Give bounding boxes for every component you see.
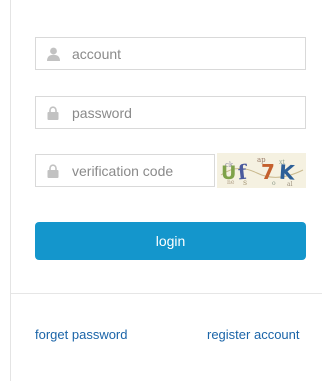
verification-code-field[interactable] xyxy=(35,154,215,187)
user-icon xyxy=(46,47,60,61)
login-panel: ck ap xt s ne o al U f 7 K login forget … xyxy=(10,0,322,381)
lock-icon xyxy=(46,163,60,178)
forget-password-link[interactable]: forget password xyxy=(35,327,128,342)
divider xyxy=(11,293,322,294)
svg-text:U: U xyxy=(221,162,236,184)
verification-code-input[interactable] xyxy=(72,162,212,179)
password-input[interactable] xyxy=(72,104,272,121)
register-account-link[interactable]: register account xyxy=(207,327,300,342)
svg-text:7: 7 xyxy=(261,160,275,184)
lock-icon xyxy=(46,105,60,120)
login-button[interactable]: login xyxy=(35,222,306,260)
password-field[interactable] xyxy=(35,96,306,129)
captcha-image[interactable]: ck ap xt s ne o al U f 7 K xyxy=(217,153,306,188)
captcha-graphic: ck ap xt s ne o al U f 7 K xyxy=(217,153,306,188)
account-input[interactable] xyxy=(72,45,272,62)
account-field[interactable] xyxy=(35,37,306,70)
